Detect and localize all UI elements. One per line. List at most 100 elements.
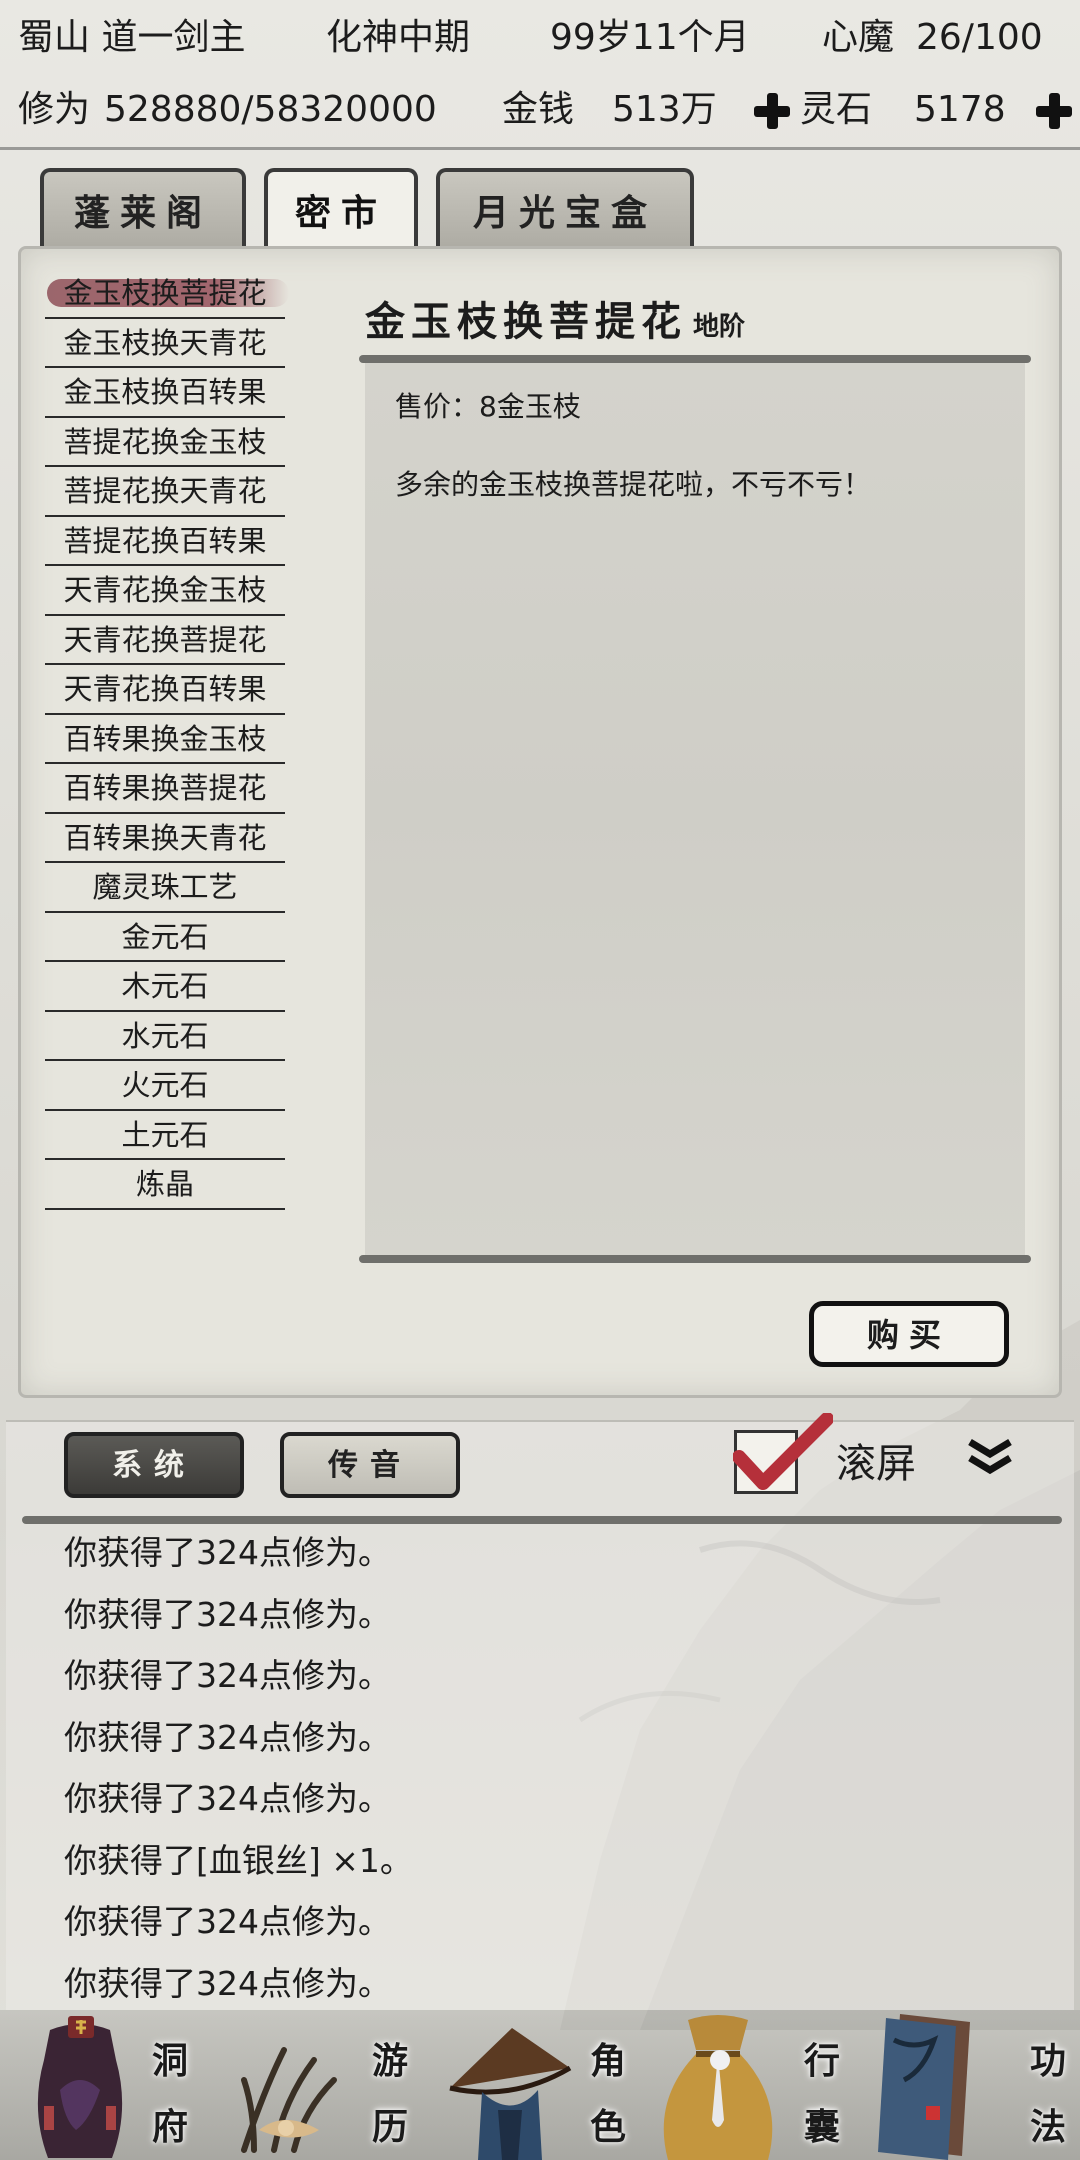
double-chevron-down-icon[interactable] (966, 1438, 1014, 1482)
shop-item[interactable]: 天青花换百转果 (45, 665, 285, 715)
cultivation-label: 修为 (18, 89, 91, 130)
scripture-books-icon (878, 2014, 970, 2160)
inner-demon-label: 心魔 (822, 17, 895, 58)
shop-item-label: 菩提花换天青花 (63, 474, 267, 508)
shop-item-label: 金玉枝换百转果 (63, 375, 267, 409)
shop-item-label: 天青花换百转果 (63, 672, 267, 706)
nav-character[interactable]: 角 色 (432, 2010, 648, 2160)
money-label: 金钱 (502, 89, 575, 130)
tab-system[interactable]: 系统 (64, 1432, 244, 1498)
log-message: 你获得了324点修为。 (64, 1656, 391, 1695)
add-money-button[interactable] (754, 72, 790, 147)
shop-item[interactable]: 金玉枝换天青花 (45, 319, 285, 368)
plus-icon (754, 93, 790, 129)
cave-dwelling-icon (37, 2016, 123, 2158)
tab-transmission[interactable]: 传音 (280, 1432, 460, 1498)
shop-item-label: 百转果换天青花 (63, 820, 267, 855)
shop-item-label: 百转果换菩提花 (63, 771, 267, 805)
shop-item[interactable]: 百转果换天青花 (45, 814, 285, 863)
auto-scroll-checkbox[interactable] (733, 1413, 833, 1494)
add-spirit-stone-button[interactable] (1036, 72, 1072, 147)
item-detail-title: 金玉枝换菩提花 地阶 (365, 289, 745, 347)
shop-item-label: 火元石 (121, 1068, 209, 1102)
shop-item-label: 天青花换金玉枝 (63, 573, 267, 607)
cultivation-value: 528880/58320000 (104, 89, 437, 130)
nav-label-char: 历 (372, 2106, 409, 2148)
nav-cave-dwelling[interactable]: 洞 府 (0, 2010, 216, 2160)
nav-techniques[interactable]: 功 法 (864, 2010, 1080, 2160)
tab-secret-market[interactable]: 密市 (264, 168, 418, 246)
nav-label-char: 洞 (152, 2040, 189, 2082)
shop-item[interactable]: 天青花换菩提花 (45, 616, 285, 665)
shop-item-label: 炼晶 (135, 1167, 194, 1201)
player-age: 99岁11个月 (550, 17, 750, 58)
shop-item-label: 水元石 (121, 1018, 209, 1053)
log-message: 你获得了[血银丝] ×1。 (64, 1840, 413, 1880)
shop-item-label: 菩提花换百转果 (63, 523, 267, 558)
tab-penglai-pavilion[interactable]: 蓬莱阁 (40, 168, 246, 246)
shop-item[interactable]: 金玉枝换百转果 (45, 368, 285, 418)
shop-item[interactable]: 炼晶 (45, 1160, 285, 1210)
shop-item[interactable]: 百转果换金玉枝 (45, 715, 285, 764)
shop-item[interactable]: 百转果换菩提花 (45, 764, 285, 814)
scroll-rod-top (359, 355, 1031, 363)
shop-item-list: 金玉枝换菩提花 金玉枝换天青花 金玉枝换百转果 菩提花换金玉枝 菩提花换天青花 菩提花换百… (45, 269, 289, 1210)
message-log-panel: 系统 传音 滚屏 你获得了324点修为。 你获得了324点修为。 你获得了324点修… (6, 1413, 1074, 2010)
nav-bag[interactable]: 行 囊 (648, 2010, 864, 2160)
shop-item-label: 金玉枝换天青花 (63, 325, 267, 360)
spirit-stone-label: 灵石 (800, 89, 873, 130)
shop-item[interactable]: 金玉枝换菩提花 (45, 269, 289, 319)
log-message: 你获得了324点修为。 (64, 1717, 391, 1757)
shop-item[interactable]: 天青花换金玉枝 (45, 566, 285, 616)
tab-moonlight-box[interactable]: 月光宝盒 (436, 168, 694, 246)
nav-label-char: 功 (1030, 2040, 1067, 2082)
log-message: 你获得了324点修为。 (64, 1533, 391, 1572)
nav-label-char: 法 (1030, 2106, 1067, 2148)
shop-item[interactable]: 水元石 (45, 1012, 285, 1061)
shop-item-label: 金元石 (121, 919, 209, 954)
shop-item[interactable]: 木元石 (45, 962, 285, 1012)
money-value: 513万 (612, 89, 717, 130)
shop-item[interactable]: 土元石 (45, 1111, 285, 1160)
log-message: 你获得了324点修为。 (64, 1963, 391, 2003)
nav-label-char: 囊 (804, 2106, 841, 2148)
shop-item-label: 魔灵珠工艺 (92, 870, 238, 904)
spirit-stone-value: 5178 (914, 89, 1006, 130)
shop-item-label: 金玉枝换菩提花 (63, 276, 267, 310)
shop-item-label: 百转果换金玉枝 (63, 721, 267, 756)
shop-item[interactable]: 金元石 (45, 913, 285, 962)
item-grade: 地阶 (693, 312, 746, 342)
shop-item[interactable]: 菩提花换金玉枝 (45, 418, 285, 467)
log-message: 你获得了324点修为。 (64, 1902, 391, 1941)
status-divider (0, 147, 1080, 150)
bag-icon (663, 2015, 773, 2160)
item-price: 售价：8金玉枝 (395, 390, 581, 423)
item-description: 多余的金玉枝换菩提花啦，不亏不亏！ (395, 468, 872, 501)
shop-item[interactable]: 火元石 (45, 1061, 285, 1111)
shop-item[interactable]: 魔灵珠工艺 (45, 863, 285, 913)
item-name: 金玉枝换菩提花 (365, 298, 687, 345)
shop-item-label: 菩提花换金玉枝 (63, 424, 267, 459)
checkmark-icon (733, 1413, 833, 1490)
plus-icon (1036, 93, 1072, 129)
log-message-list: 你获得了324点修为。 你获得了324点修为。 你获得了324点修为。 你获得了324… (64, 1522, 1044, 2014)
nav-label-char: 色 (590, 2106, 627, 2148)
log-message: 你获得了324点修为。 (64, 1779, 391, 1818)
shop-item[interactable]: 菩提花换百转果 (45, 517, 285, 566)
nav-travel[interactable]: 游 历 (216, 2010, 432, 2160)
cultivation-realm: 化神中期 (326, 17, 471, 58)
nav-label-char: 游 (372, 2040, 409, 2082)
shop-item-label: 土元石 (121, 1117, 209, 1152)
nav-label-char: 行 (804, 2040, 841, 2082)
auto-scroll-label: 滚屏 (836, 1441, 916, 1487)
scroll-rod-bottom (359, 1255, 1031, 1263)
shop-item-label: 木元石 (121, 969, 209, 1003)
shop-panel: 金玉枝换菩提花 金玉枝换天青花 金玉枝换百转果 菩提花换金玉枝 菩提花换天青花 菩提花换百… (18, 246, 1062, 1398)
bottom-navigation: 洞 府 游 历 角 色 行 囊 功 法 (0, 2010, 1080, 2160)
shop-item[interactable]: 菩提花换天青花 (45, 467, 285, 517)
nav-label-char: 角 (590, 2040, 627, 2082)
buy-button[interactable]: 购买 (809, 1301, 1009, 1367)
character-hat-icon (449, 2028, 572, 2160)
log-message: 你获得了324点修为。 (64, 1594, 391, 1634)
inner-demon-value: 26/100 (916, 17, 1043, 58)
